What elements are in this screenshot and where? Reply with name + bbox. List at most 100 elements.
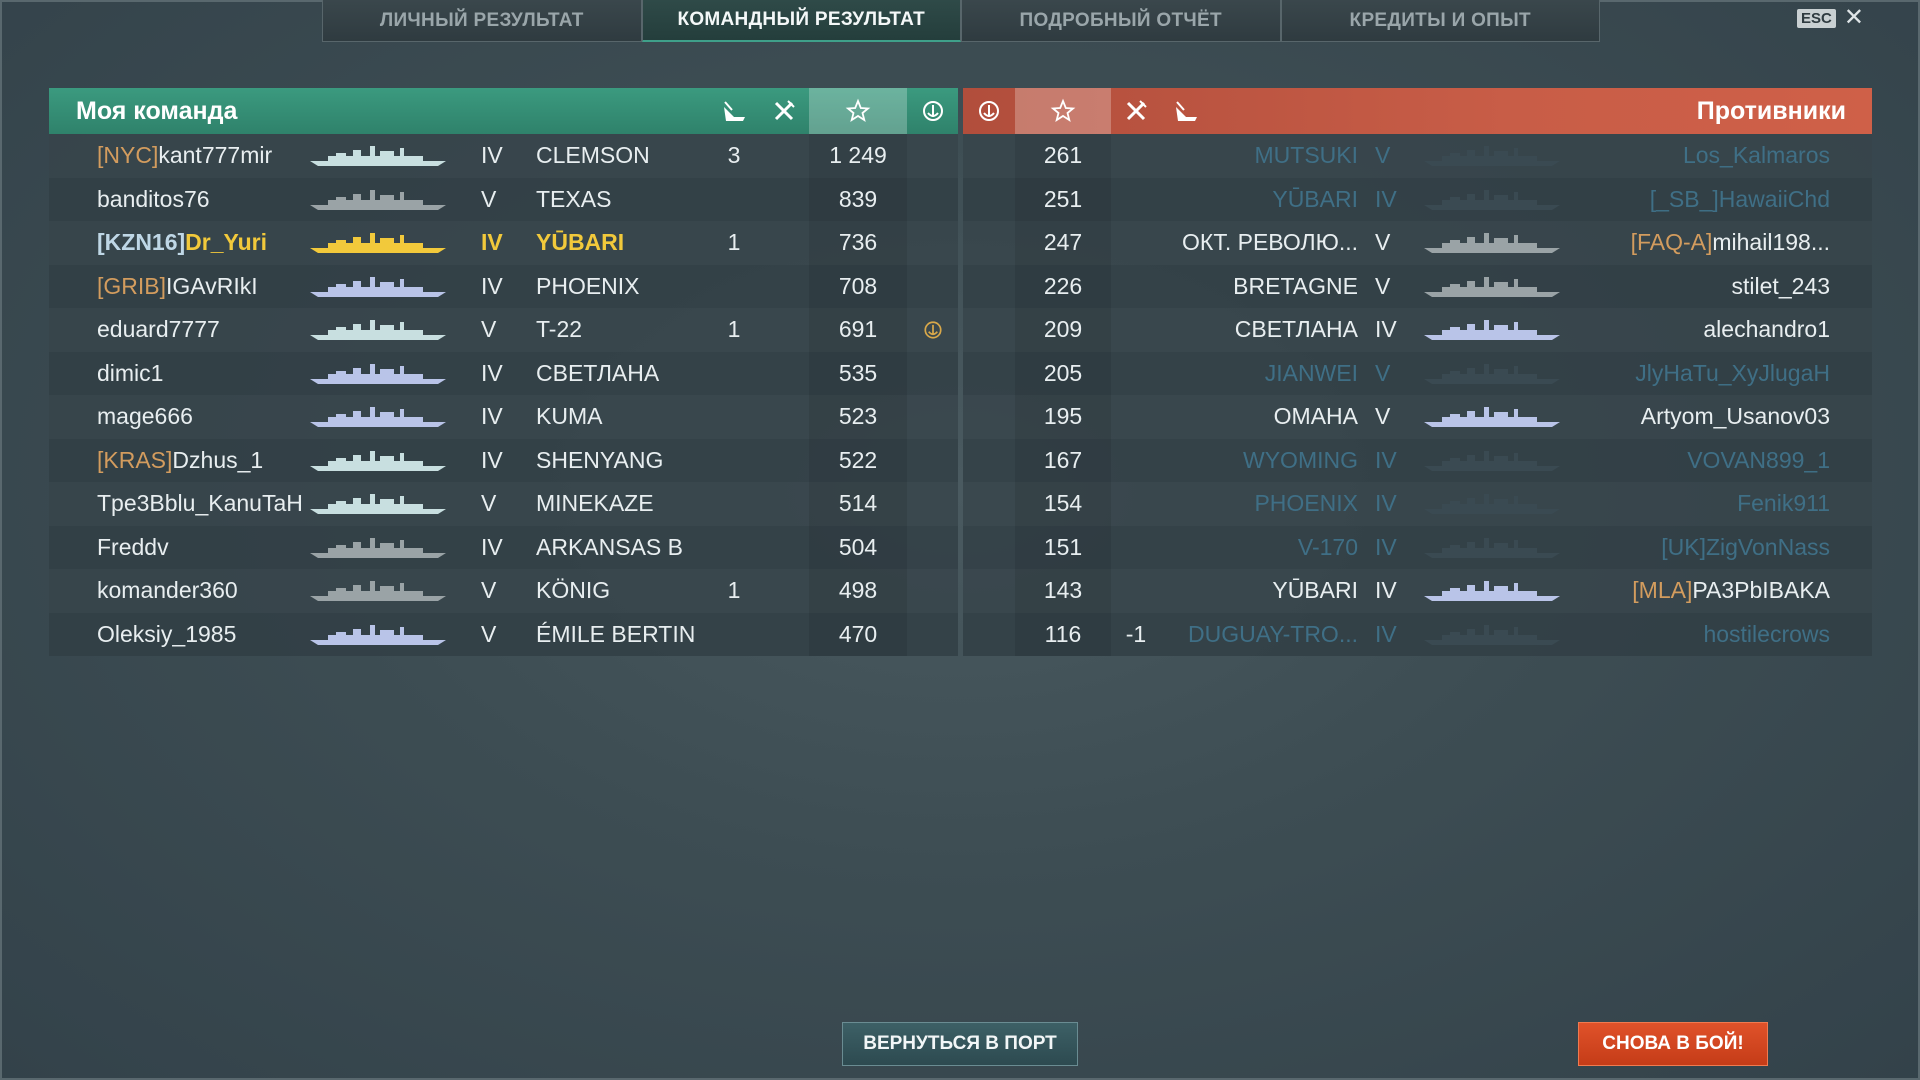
ship-silhouette — [1419, 621, 1565, 647]
ship-tier: IV — [481, 533, 503, 560]
ship-silhouette-icon — [1424, 146, 1560, 166]
my-team-row[interactable]: Oleksiy_1985 V ÉMILE BERTIN 470 — [49, 612, 958, 656]
enemy-team-row[interactable]: 143 YŪBARI IV [MLA] PA3PbIBAKA — [963, 569, 1872, 613]
ship-name: PHOENIX — [1254, 490, 1358, 517]
ship-silhouette-icon — [1424, 276, 1560, 297]
ship-destroyed-icon — [1161, 88, 1211, 134]
return-to-port-button[interactable]: ВЕРНУТЬСЯ В ПОРТ — [842, 1022, 1078, 1066]
my-team-row[interactable]: dimic1 IV СВЕТЛАНА 535 — [49, 351, 958, 395]
ship-name: MINEKAZE — [536, 490, 654, 517]
player-name: mage666 — [97, 395, 193, 439]
score-value: 504 — [838, 533, 878, 560]
kills-count — [709, 439, 759, 483]
player-nickname: hostilecrows — [1703, 620, 1830, 647]
base-capture-icon — [907, 88, 958, 134]
ship-silhouette-icon — [310, 233, 446, 253]
tab-personal-result[interactable]: ЛИЧНЫЙ РЕЗУЛЬТАТ — [322, 0, 642, 42]
ship-tier: V — [481, 490, 497, 517]
score-value: 1 249 — [829, 142, 887, 169]
enemy-team-row[interactable]: 167 WYOMING IV VOVAN899_1 — [963, 438, 1872, 482]
ship-tier: IV — [1375, 316, 1397, 343]
ship-silhouette — [305, 490, 451, 516]
player-nickname: PA3PbIBAKA — [1692, 577, 1830, 604]
enemy-team-row[interactable]: 261 MUTSUKI V Los_Kalmaros — [963, 134, 1872, 178]
enemy-team-row[interactable]: 151 V-170 IV [UK] ZigVonNass — [963, 525, 1872, 569]
ship-tier: IV — [481, 272, 503, 299]
close-button[interactable]: ESC ✕ — [1797, 6, 1864, 30]
player-name: Freddv — [97, 526, 169, 570]
ship-name: V-170 — [1297, 533, 1358, 560]
player-name: alechandro1 — [1703, 308, 1830, 352]
battle-again-button[interactable]: СНОВА В БОЙ! — [1578, 1022, 1768, 1066]
ship-silhouette-icon — [310, 407, 446, 427]
player-name: hostilecrows — [1703, 613, 1830, 657]
ship-name: TEXAS — [536, 185, 612, 212]
player-name: [GRIB] IGAvRIkI — [97, 265, 258, 309]
player-name: komander360 — [97, 569, 238, 613]
enemy-team-row[interactable]: 209 СВЕТЛАНА IV alechandro1 — [963, 308, 1872, 352]
player-nickname: dimic1 — [97, 359, 164, 386]
enemy-team-row[interactable]: 195 OMAHA V Artyom_Usanov03 — [963, 395, 1872, 439]
ship-name: ÉMILE BERTIN — [536, 620, 696, 647]
my-team-title: Моя команда — [76, 96, 238, 125]
clan-tag: [MLA] — [1632, 577, 1693, 604]
ship-silhouette-icon — [1424, 407, 1560, 427]
ship-silhouette — [1419, 316, 1565, 342]
enemy-team-row[interactable]: 251 YŪBARI IV [_SB_] HawaiiChd — [963, 177, 1872, 221]
score-value: 226 — [1043, 272, 1083, 299]
clan-tag: [KRAS] — [97, 446, 173, 473]
my-team-row[interactable]: Tpe3Bblu_KanuTaH V MINEKAZE 514 — [49, 482, 958, 526]
enemy-team-row[interactable]: 226 BRETAGNE Vstilet_243 — [963, 264, 1872, 308]
my-team-row[interactable]: [GRIB] IGAvRIkI IV PHOENIX 708 — [49, 264, 958, 309]
ship-silhouette — [1419, 360, 1565, 386]
table-row: [NYC] kant777mir IV CLEMSON 3 1 249 261 MUTSUKI… — [49, 134, 1872, 178]
enemy-team-row[interactable]: 205 JIANWEI V JlyHaTu_XyJlugaH — [963, 351, 1872, 395]
table-row: [KRAS] Dzhus_1 IV SHENYANG 522 167 WYOMING IV VO… — [49, 438, 1872, 483]
ship-name: PHOENIX — [536, 272, 640, 299]
ship-name: T-22 — [536, 316, 583, 343]
ship-silhouette — [305, 316, 451, 342]
enemy-team-row[interactable]: 154 PHOENIX IV Fenik911 — [963, 482, 1872, 526]
my-team-row[interactable]: [KZN16] Dr_Yuri IV YŪBARI 1 736 — [49, 221, 958, 265]
my-team-row[interactable]: [KRAS] Dzhus_1 IV SHENYANG 522 — [49, 438, 958, 483]
ship-tier: V — [1375, 403, 1391, 430]
player-nickname: stilet_243 — [1731, 272, 1830, 299]
my-team-row[interactable]: mage666 IV KUMA 523 — [49, 395, 958, 439]
ship-silhouette-icon — [1424, 450, 1560, 471]
player-nickname: IGAvRIkI — [166, 272, 258, 299]
clan-tag: [_SB_] — [1649, 185, 1719, 212]
player-name: [MLA] PA3PbIBAKA — [1632, 569, 1830, 613]
table-row: [KZN16] Dr_Yuri IV YŪBARI 1 736 247 ОКТ. РЕВОЛЮ… — [49, 221, 1872, 265]
enemy-team-row[interactable]: 116 -1 DUGUAY-TRO... IV hostilecrows — [963, 612, 1872, 657]
my-team-row[interactable]: Freddv IV ARKANSAS B 504 — [49, 525, 958, 570]
ship-silhouette-icon — [310, 537, 446, 558]
kills-count — [1111, 482, 1161, 526]
score-value: 514 — [838, 490, 878, 517]
player-nickname: mage666 — [97, 403, 193, 430]
ship-name: SHENYANG — [536, 446, 664, 473]
my-team-row[interactable]: banditos76 V TEXAS 839 — [49, 177, 958, 221]
my-team-row[interactable]: [NYC] kant777mir IV CLEMSON 3 1 249 — [49, 134, 958, 178]
my-team-row[interactable]: eduard7777 V T-22 1 691 — [49, 308, 958, 352]
ship-silhouette-icon — [1424, 320, 1560, 340]
player-nickname: JlyHaTu_XyJlugaH — [1635, 359, 1830, 386]
ship-tier: IV — [481, 142, 503, 169]
score-value: 195 — [1043, 403, 1083, 430]
kills-count — [1111, 221, 1161, 265]
ship-silhouette — [305, 447, 451, 473]
kills-count — [1111, 395, 1161, 439]
tab-credits-xp[interactable]: КРЕДИТЫ И ОПЫТ — [1280, 0, 1600, 42]
score-value: 839 — [838, 185, 878, 212]
tab-team-result[interactable]: КОМАНДНЫЙ РЕЗУЛЬТАТ — [641, 0, 961, 42]
my-team-row[interactable]: komander360 V KÖNIG 1 498 — [49, 569, 958, 613]
tab-detailed-report[interactable]: ПОДРОБНЫЙ ОТЧЁТ — [961, 0, 1281, 42]
close-icon[interactable]: ✕ — [1844, 6, 1864, 30]
kills-count — [1111, 569, 1161, 613]
kills-count: 1 — [727, 229, 741, 256]
player-nickname: Fenik911 — [1737, 490, 1830, 517]
enemy-team-row[interactable]: 247 ОКТ. РЕВОЛЮ... V [FAQ-A] mihail198... — [963, 221, 1872, 265]
player-name: Artyom_Usanov03 — [1641, 395, 1830, 439]
ship-name: CLEMSON — [536, 142, 650, 169]
ship-tier: V — [1375, 229, 1391, 256]
player-nickname: Oleksiy_1985 — [97, 620, 237, 647]
